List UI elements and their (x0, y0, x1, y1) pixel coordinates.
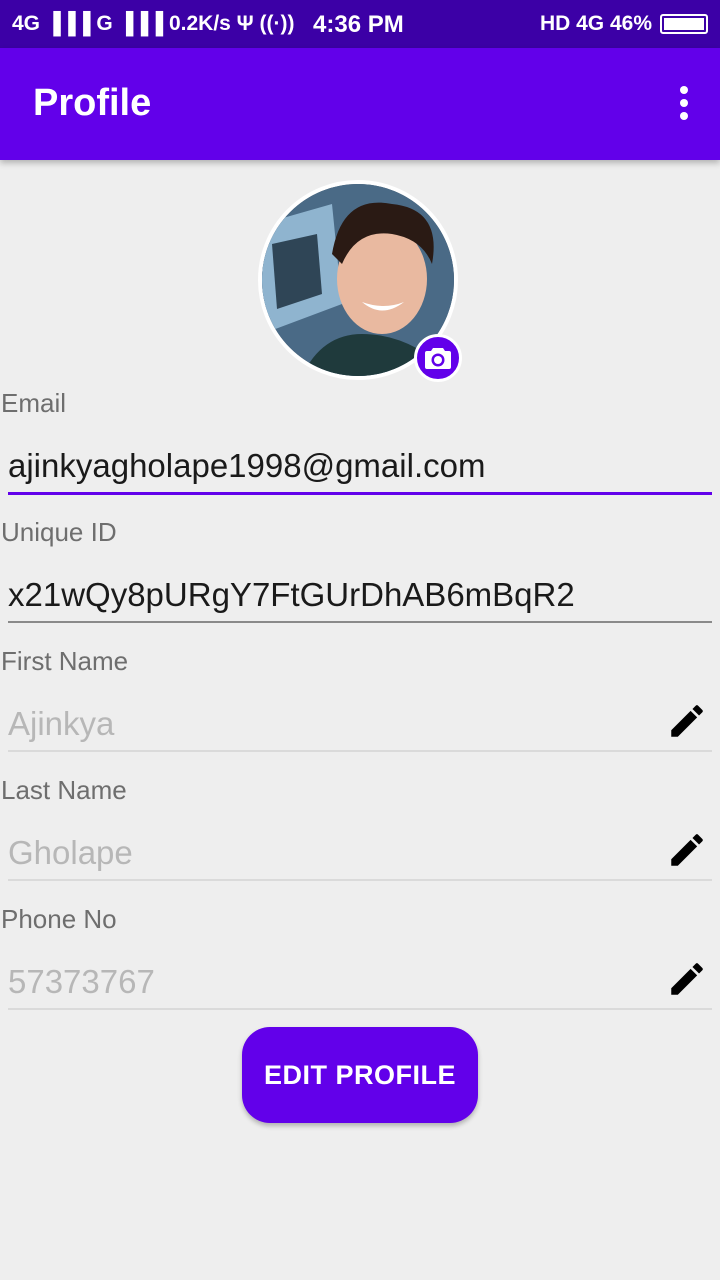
camera-icon (425, 348, 451, 369)
more-vert-icon[interactable] (676, 86, 692, 126)
first-name-field[interactable]: Ajinkya (8, 705, 114, 743)
status-right-text: HD 4G 46% (539, 12, 652, 35)
phone-label: Phone No (1, 904, 117, 934)
email-underline (8, 492, 712, 495)
edit-profile-button[interactable]: EDIT PROFILE (242, 1027, 478, 1123)
email-field[interactable]: ajinkyagholape1998@gmail.com (8, 447, 485, 485)
email-label: Email (1, 388, 67, 418)
page-title: Profile (33, 82, 152, 124)
phone-underline (8, 1008, 712, 1010)
last-name-field[interactable]: Gholape (8, 834, 133, 872)
phone-field[interactable]: 57373767 (8, 963, 155, 1001)
last-name-label: Last Name (1, 775, 127, 805)
battery-icon (660, 14, 708, 34)
first-name-underline (8, 750, 712, 752)
status-bar: 4G ▐▐▐ G ▐▐▐ 0.2K/s Ψ ((·)) 4:36 PM HD 4… (0, 0, 720, 48)
edit-last-name-icon[interactable] (666, 829, 708, 871)
last-name-underline (8, 879, 712, 881)
edit-first-name-icon[interactable] (666, 700, 708, 742)
status-right: HD 4G 46% (540, 12, 708, 36)
first-name-label: First Name (1, 646, 129, 676)
uid-underline (8, 621, 712, 623)
uid-label: Unique ID (1, 517, 117, 547)
status-left: 4G ▐▐▐ G ▐▐▐ 0.2K/s Ψ ((·)) (12, 12, 295, 35)
edit-phone-icon[interactable] (666, 958, 708, 1000)
status-time: 4:36 PM (313, 11, 404, 38)
change-photo-button[interactable] (414, 334, 462, 382)
uid-field[interactable]: x21wQy8pURgY7FtGUrDhAB6mBqR2 (8, 576, 575, 614)
app-bar: Profile (0, 48, 720, 160)
